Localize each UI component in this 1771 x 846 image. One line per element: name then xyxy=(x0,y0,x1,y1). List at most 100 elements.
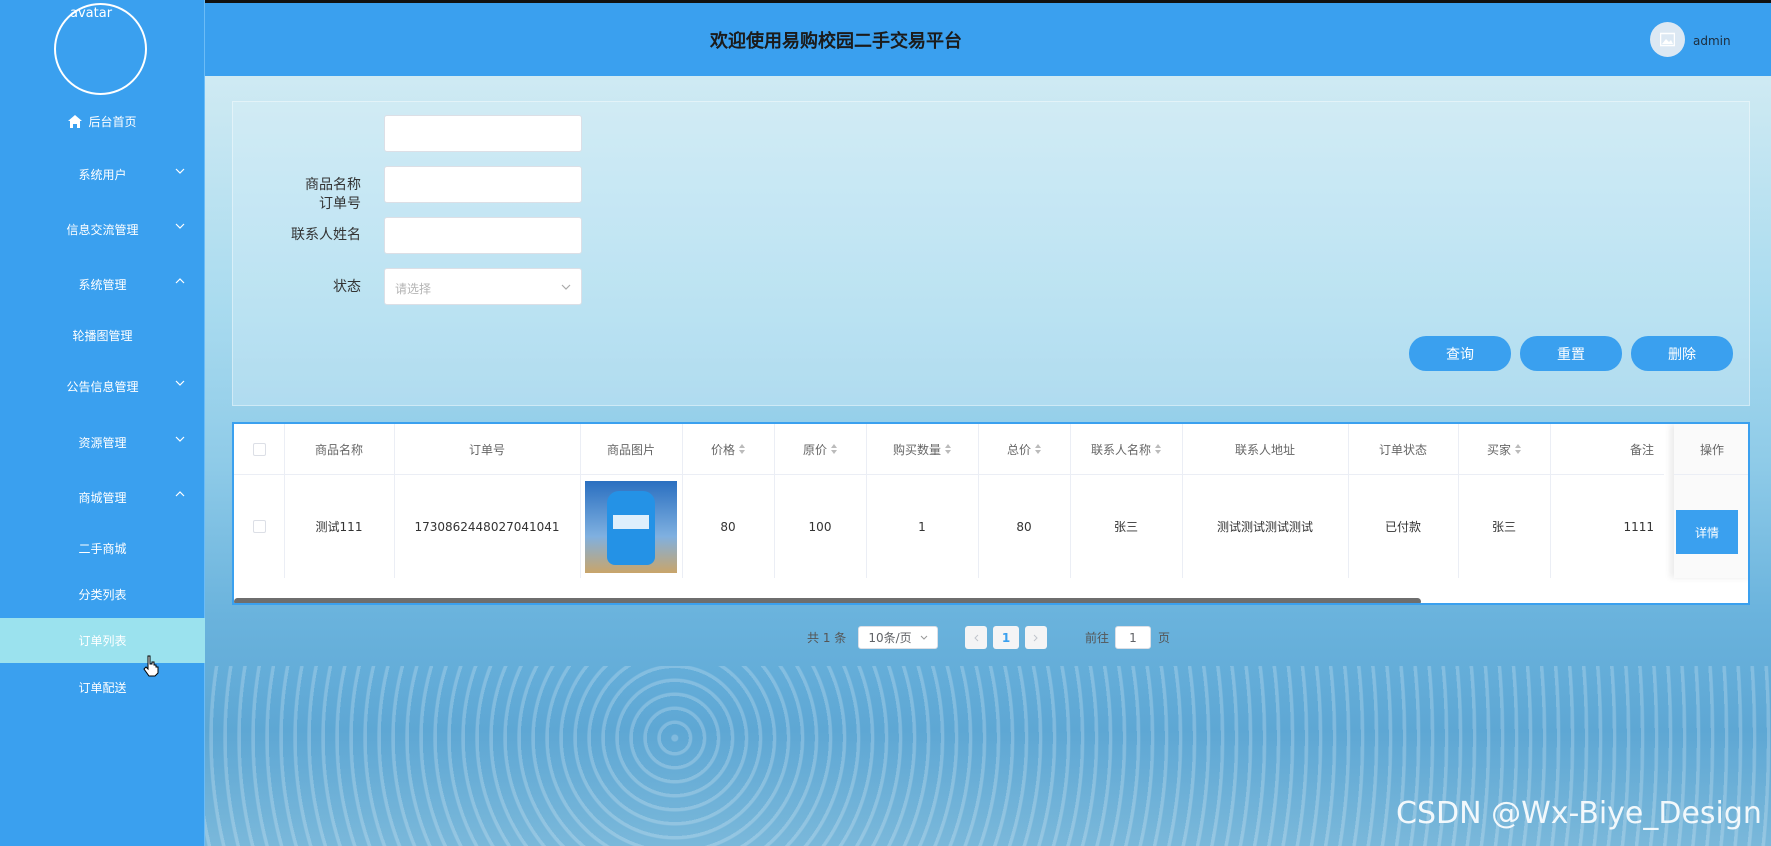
col-header-total[interactable]: 总价 xyxy=(978,424,1070,475)
status-label: 状态 xyxy=(333,279,361,295)
product-image[interactable] xyxy=(585,480,677,573)
col-header-actions: 操作 xyxy=(1674,424,1748,475)
sidebar-item-system-management[interactable]: 系统管理 xyxy=(0,262,205,306)
sidebar: avatar 后台首页 系统用户 信息交流管理 系统管理 轮播图管理 公告信息管… xyxy=(0,0,205,846)
sort-icon xyxy=(1515,444,1521,454)
home-icon xyxy=(68,114,83,128)
col-header-order-no[interactable]: 订单号 xyxy=(394,424,580,475)
avatar-alt-text: avatar xyxy=(70,6,113,21)
cell-total: 80 xyxy=(1016,519,1032,534)
sidebar-item-label: 系统用户 xyxy=(78,167,127,182)
sidebar-item-label: 分类列表 xyxy=(78,587,127,602)
page-title: 欢迎使用易购校园二手交易平台 xyxy=(710,31,962,52)
sidebar-item-label: 轮播图管理 xyxy=(72,328,133,343)
row-select-cell xyxy=(234,475,284,578)
top-header: 欢迎使用易购校园二手交易平台 admin xyxy=(205,0,1771,76)
page-number-current[interactable]: 1 xyxy=(993,626,1019,649)
cell-product-name: 测试111 xyxy=(315,520,363,534)
chevron-down-icon xyxy=(561,284,571,290)
reset-button[interactable]: 重置 xyxy=(1520,336,1622,371)
goto-page-input[interactable]: 1 xyxy=(1115,626,1151,649)
col-header-remark[interactable]: 备注 xyxy=(1550,424,1664,475)
delete-button[interactable]: 删除 xyxy=(1631,336,1733,371)
cell-quantity: 1 xyxy=(918,519,926,534)
sidebar-item-dashboard[interactable]: 后台首页 xyxy=(0,99,205,143)
order-no-label: 订单号 xyxy=(319,196,361,212)
query-button[interactable]: 查询 xyxy=(1409,336,1511,371)
sidebar-item-label: 订单配送 xyxy=(78,680,127,695)
sidebar-item-secondhand-mall[interactable]: 二手商城 xyxy=(0,526,205,570)
select-all-cell xyxy=(234,424,284,475)
sidebar-item-label: 公告信息管理 xyxy=(66,379,139,394)
detail-button[interactable]: 详情 xyxy=(1676,510,1738,554)
sort-icon xyxy=(739,444,745,454)
col-header-contact-address[interactable]: 联系人地址 xyxy=(1182,424,1348,475)
contact-name-label: 联系人姓名 xyxy=(291,227,361,243)
col-header-contact-name[interactable]: 联系人名称 xyxy=(1070,424,1182,475)
sidebar-item-system-users[interactable]: 系统用户 xyxy=(0,152,205,196)
chevron-down-icon xyxy=(175,223,185,229)
chevron-left-icon xyxy=(974,634,979,641)
sort-icon xyxy=(831,444,837,454)
chevron-up-icon xyxy=(175,491,185,497)
user-name[interactable]: admin xyxy=(1693,34,1731,48)
orders-table: 商品名称 订单号 商品图片 价格 原价 购买数量 总价 联系人名称 联系人地址 … xyxy=(232,422,1750,605)
order-no-input[interactable] xyxy=(384,115,582,152)
sidebar-item-label: 后台首页 xyxy=(88,114,137,129)
cell-contact-address: 测试测试测试测试 xyxy=(1216,520,1313,534)
goto-prefix: 前往 xyxy=(1085,631,1110,645)
next-page-button[interactable] xyxy=(1025,626,1047,649)
operation-column: 操作 xyxy=(1674,424,1748,578)
chevron-right-icon xyxy=(1033,634,1038,641)
sidebar-item-label: 二手商城 xyxy=(78,541,127,556)
sidebar-item-label: 信息交流管理 xyxy=(66,222,139,237)
cell-original-price: 100 xyxy=(808,519,832,534)
col-header-price[interactable]: 价格 xyxy=(682,424,774,475)
image-icon xyxy=(1660,32,1675,47)
chevron-up-icon xyxy=(175,278,185,284)
col-header-product-name[interactable]: 商品名称 xyxy=(284,424,394,475)
col-header-quantity[interactable]: 购买数量 xyxy=(866,424,978,475)
col-header-original-price[interactable]: 原价 xyxy=(774,424,866,475)
horizontal-scrollbar[interactable] xyxy=(234,598,1421,603)
sidebar-item-label: 资源管理 xyxy=(78,435,127,450)
sidebar-item-category-list[interactable]: 分类列表 xyxy=(0,572,205,616)
status-select[interactable]: 请选择 xyxy=(384,268,582,305)
chevron-down-icon xyxy=(175,168,185,174)
product-name-label: 商品名称 xyxy=(305,177,361,193)
prev-page-button[interactable] xyxy=(965,626,987,649)
sidebar-item-order-delivery[interactable]: 订单配送 xyxy=(0,665,205,709)
main-content: 订单号 商品名称 联系人姓名 状态 请选择 查询 重置 删除 商品名称 订单号 … xyxy=(205,76,1771,846)
cell-buyer: 张三 xyxy=(1491,520,1516,534)
row-checkbox[interactable] xyxy=(252,520,266,533)
select-all-checkbox[interactable] xyxy=(252,442,266,456)
sort-icon xyxy=(1155,444,1161,454)
sidebar-item-mall[interactable]: 商城管理 xyxy=(0,475,205,519)
sort-icon xyxy=(945,444,951,454)
sidebar-item-label: 订单列表 xyxy=(78,634,127,648)
contact-name-input[interactable] xyxy=(384,217,582,254)
sidebar-item-label: 系统管理 xyxy=(78,277,127,292)
sidebar-item-resources[interactable]: 资源管理 xyxy=(0,420,205,464)
sidebar-item-announcements[interactable]: 公告信息管理 xyxy=(0,364,205,408)
sidebar-item-carousel[interactable]: 轮播图管理 xyxy=(0,313,205,357)
page-size-select[interactable]: 10条/页 xyxy=(858,626,938,649)
product-name-input[interactable] xyxy=(384,166,582,203)
sidebar-item-info-exchange[interactable]: 信息交流管理 xyxy=(0,207,205,251)
col-header-order-status[interactable]: 订单状态 xyxy=(1348,424,1458,475)
cell-order-no: 1730862448027041041 xyxy=(414,519,560,534)
status-select-placeholder: 请选择 xyxy=(395,282,432,296)
chevron-down-icon xyxy=(175,436,185,442)
sidebar-item-order-list[interactable]: 订单列表 xyxy=(0,618,205,663)
bottle-label xyxy=(613,514,649,529)
cell-price: 80 xyxy=(720,519,736,534)
col-header-product-image[interactable]: 商品图片 xyxy=(580,424,682,475)
chevron-down-icon xyxy=(920,635,928,640)
user-avatar[interactable] xyxy=(1650,22,1685,57)
col-header-buyer[interactable]: 买家 xyxy=(1458,424,1550,475)
watermark: CSDN @Wx-Biye_Design xyxy=(1396,796,1762,831)
cell-contact-name: 张三 xyxy=(1113,520,1138,534)
sort-icon xyxy=(1035,444,1041,454)
sidebar-item-label: 商城管理 xyxy=(78,490,127,505)
chevron-down-icon xyxy=(175,380,185,386)
